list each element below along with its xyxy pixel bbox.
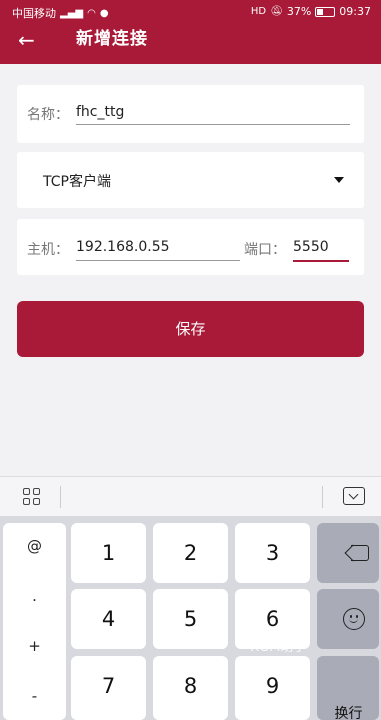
- page-title: 新增连接: [76, 29, 148, 49]
- key-4[interactable]: 4: [71, 589, 146, 649]
- backspace-key[interactable]: [317, 523, 379, 583]
- symbol-key-dot[interactable]: .: [3, 587, 66, 605]
- host-label: 主机：: [27, 242, 69, 258]
- hd-badge: HD: [250, 6, 267, 17]
- host-port-card: 主机： 192.168.0.55 端口： 5550: [17, 219, 364, 275]
- arrow-left-icon[interactable]: ←: [18, 28, 35, 52]
- emoji-icon: [343, 608, 365, 630]
- host-underline: [76, 260, 240, 261]
- app-bar: ← 新增连接: [0, 24, 381, 64]
- signal-icon: ▂▄▆: [60, 7, 84, 19]
- battery-icon: [315, 6, 336, 17]
- port-label: 端口：: [244, 242, 286, 258]
- port-input[interactable]: 5550: [293, 239, 329, 255]
- key-2[interactable]: 2: [153, 523, 228, 583]
- key-5[interactable]: 5: [153, 589, 228, 649]
- clock: 09:37: [339, 5, 371, 18]
- key-1[interactable]: 1: [71, 523, 146, 583]
- port-underline: [293, 260, 349, 262]
- backspace-icon: [344, 544, 369, 562]
- keyboard-hide-icon[interactable]: [343, 487, 365, 505]
- key-3[interactable]: 3: [235, 523, 310, 583]
- toolbar-divider: [60, 486, 61, 508]
- enter-key[interactable]: 换行: [317, 656, 379, 720]
- connection-type-value: TCP客户端: [43, 174, 111, 190]
- keyboard-toolbar: [0, 476, 381, 516]
- symbol-key-minus[interactable]: -: [3, 687, 66, 705]
- battery-fill: [317, 8, 324, 15]
- battery-percent: 37%: [286, 5, 312, 18]
- symbol-column: @ . + -: [3, 523, 66, 720]
- watermark: RGM助手: [250, 640, 307, 655]
- name-input[interactable]: fhc_ttg: [76, 104, 124, 120]
- carrier-label: 中国移动: [12, 7, 56, 20]
- wifi-icon: ◠: [87, 7, 96, 19]
- key-7[interactable]: 7: [71, 656, 146, 720]
- toolbar-divider: [322, 486, 323, 508]
- symbol-key-at[interactable]: @: [3, 537, 66, 555]
- connection-type-select[interactable]: TCP客户端: [17, 152, 364, 208]
- host-input[interactable]: 192.168.0.55: [76, 239, 170, 255]
- mute-icon: 🔕︎: [270, 6, 283, 17]
- name-card: 名称： fhc_ttg: [17, 85, 364, 143]
- grid-icon[interactable]: [23, 488, 42, 507]
- save-button[interactable]: 保存: [17, 301, 364, 357]
- status-bar: 中国移动 ▂▄▆ ◠ ● HD 🔕︎ 37% 09:37: [0, 0, 381, 24]
- key-9[interactable]: 9: [235, 656, 310, 720]
- notification-icon: ●: [99, 7, 109, 19]
- dropdown-caret-icon: [334, 177, 344, 183]
- key-8[interactable]: 8: [153, 656, 228, 720]
- enter-label: 换行: [334, 706, 363, 720]
- name-underline: [76, 124, 350, 125]
- numeric-keyboard: @ . + - 1 2 3 4 5 6 7 8 9 换行: [0, 516, 381, 720]
- symbol-key-plus[interactable]: +: [3, 637, 66, 655]
- name-label: 名称：: [27, 107, 69, 123]
- emoji-key[interactable]: [317, 589, 379, 649]
